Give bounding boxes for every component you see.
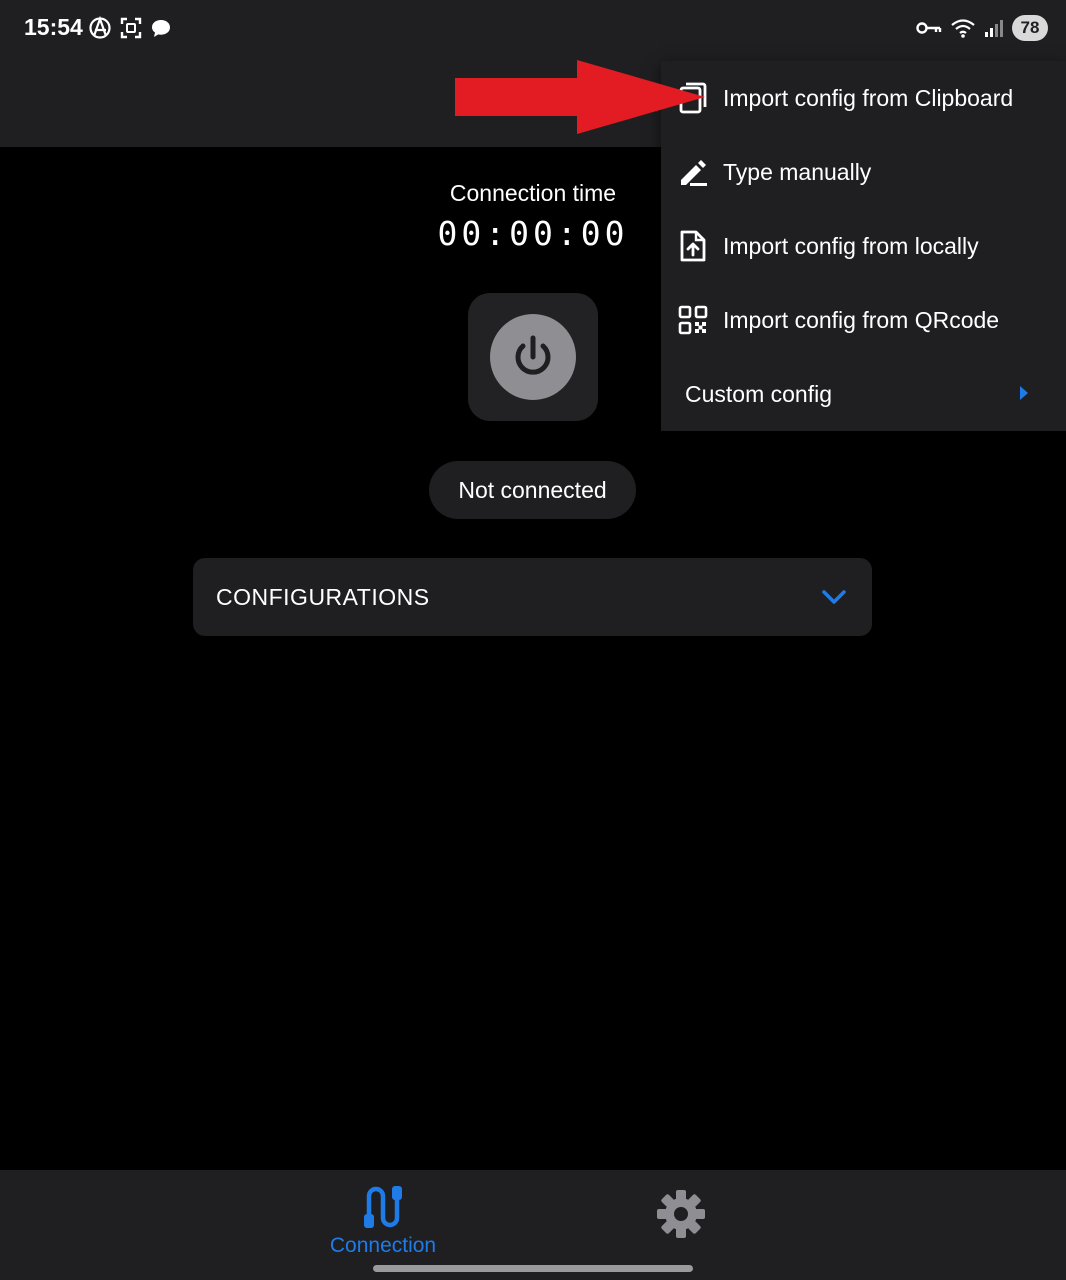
file-upload-icon: [677, 228, 709, 264]
anarchy-icon: [89, 16, 111, 39]
vpn-key-icon: [916, 22, 942, 34]
status-time: 15:54: [24, 14, 83, 40]
nav-tab-connection-label: Connection: [329, 1234, 437, 1257]
edit-pen-icon: [677, 154, 709, 190]
menu-item-type-manually[interactable]: Type manually: [661, 135, 1066, 209]
menu-item-label: Import config from Clipboard: [723, 85, 1014, 111]
bottom-navigation: Connection: [0, 1170, 1066, 1280]
menu-item-label: Import config from QRcode: [723, 307, 1000, 333]
power-button[interactable]: [468, 293, 598, 421]
annotation-arrow-icon: [455, 60, 705, 134]
menu-item-import-locally[interactable]: Import config from locally: [661, 209, 1066, 283]
chat-bubble-icon: [152, 20, 170, 37]
gear-icon: [657, 1190, 705, 1238]
configurations-dropdown[interactable]: CONFIGURATIONS: [193, 558, 872, 636]
connection-status-badge: Not connected: [429, 461, 636, 519]
power-button-circle: [490, 314, 576, 400]
cable-connection-icon: [364, 1186, 402, 1228]
status-bar: 15:54 78: [0, 0, 1066, 58]
status-icons-right: 78: [916, 15, 1048, 41]
screenshot-icon: [120, 17, 142, 39]
status-icons-left: [88, 16, 172, 40]
chevron-down-icon: [822, 590, 846, 604]
signal-icon: [985, 20, 1003, 37]
nav-tab-connection[interactable]: Connection: [318, 1180, 448, 1260]
import-menu: Import config from Clipboard Type manual…: [661, 61, 1066, 431]
wifi-icon: [951, 19, 975, 38]
qrcode-icon: [677, 302, 709, 338]
battery-indicator: 78: [1012, 15, 1048, 41]
menu-item-custom-config[interactable]: Custom config: [661, 357, 1066, 431]
power-icon: [515, 335, 551, 375]
nav-tab-settings[interactable]: [655, 1188, 707, 1240]
home-indicator[interactable]: [373, 1265, 693, 1272]
chevron-right-icon: [1020, 386, 1028, 400]
menu-item-label: Import config from locally: [723, 233, 979, 259]
menu-item-label: Custom config: [685, 381, 833, 407]
configurations-label: CONFIGURATIONS: [216, 584, 430, 610]
menu-item-import-qrcode[interactable]: Import config from QRcode: [661, 283, 1066, 357]
menu-item-label: Type manually: [723, 159, 872, 185]
menu-item-import-clipboard[interactable]: Import config from Clipboard: [661, 61, 1066, 135]
